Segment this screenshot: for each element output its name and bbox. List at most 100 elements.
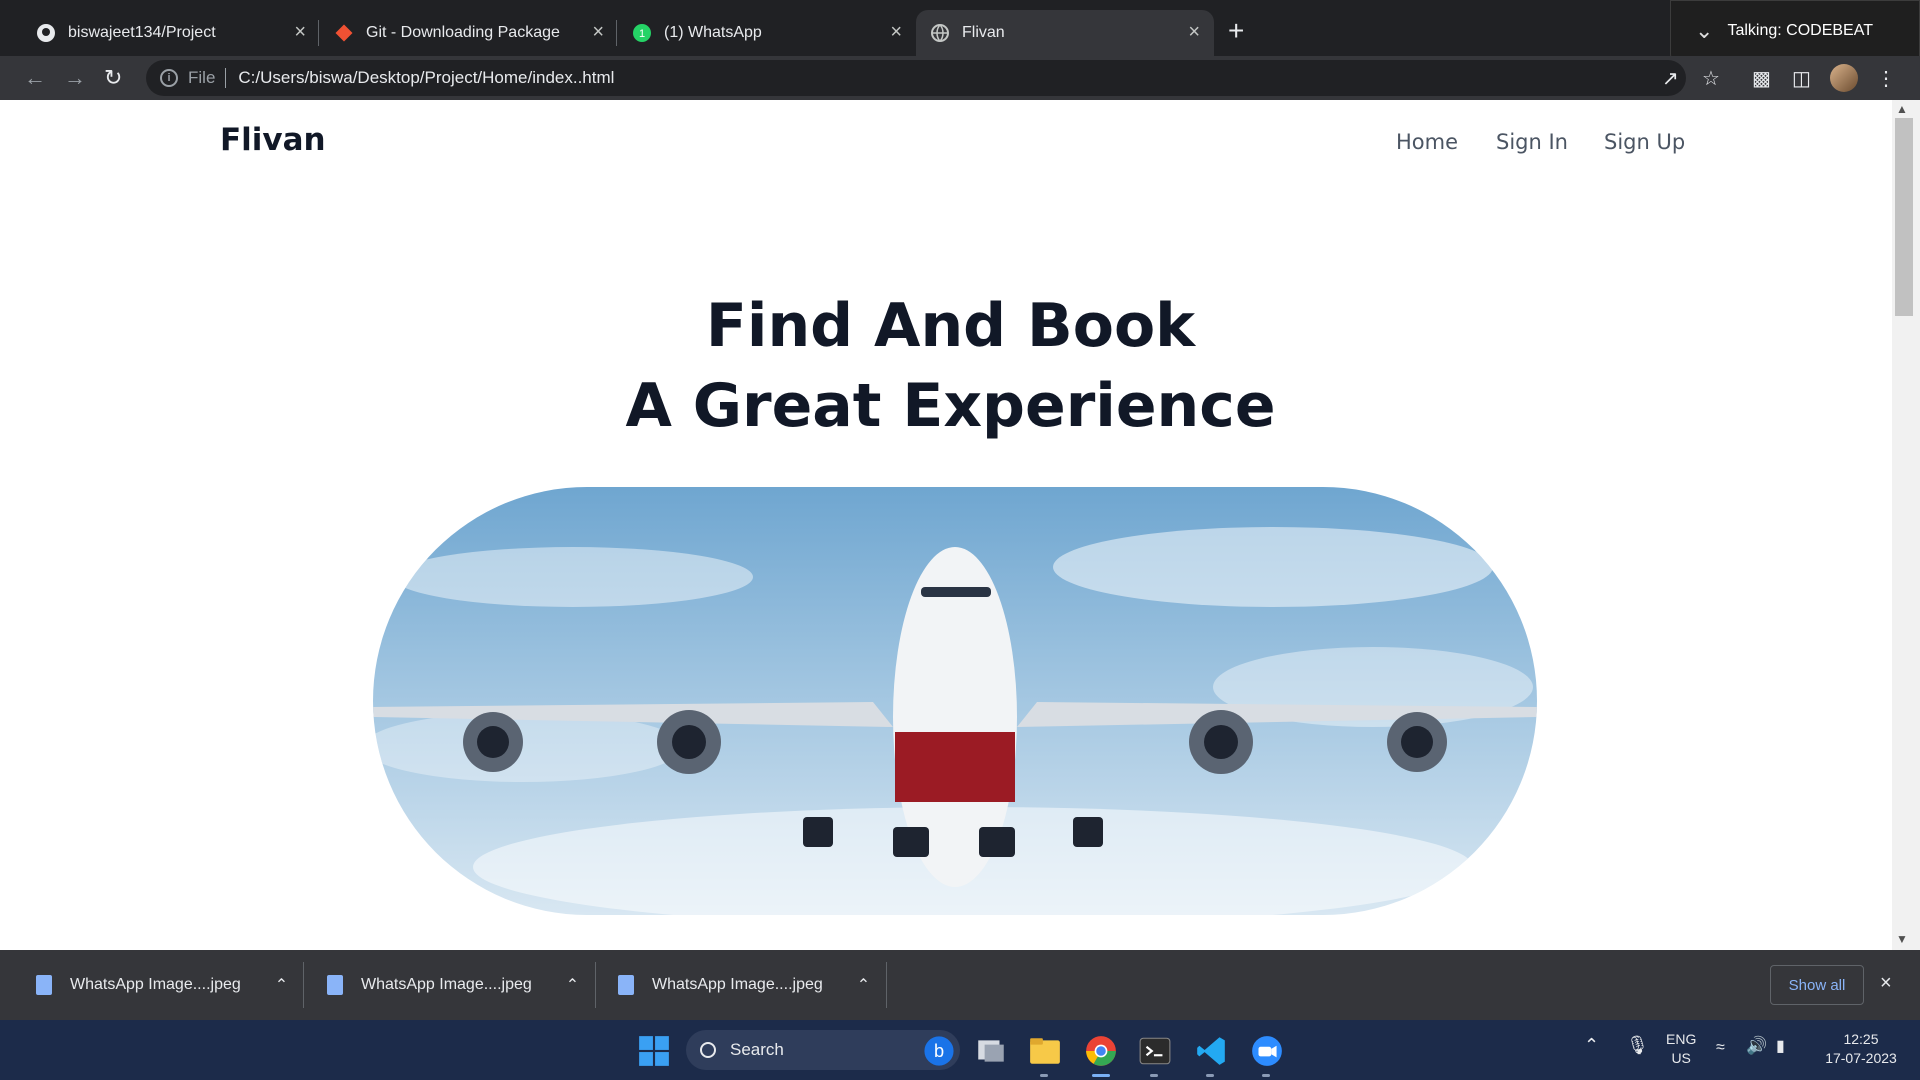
chevron-down-icon: ⌄: [1695, 18, 1714, 43]
address-bar[interactable]: i File C:/Users/biswa/Desktop/Project/Ho…: [146, 60, 1686, 96]
task-view-icon[interactable]: [974, 1034, 1008, 1068]
downloads-bar: WhatsApp Image....jpeg ⌃ WhatsApp Image.…: [0, 950, 1920, 1020]
svg-text:b: b: [934, 1041, 944, 1061]
download-filename: WhatsApp Image....jpeg: [70, 976, 241, 993]
chrome-icon[interactable]: [1084, 1034, 1118, 1068]
new-tab-button[interactable]: +: [1228, 15, 1244, 47]
clock-date: 17-07-2023: [1825, 1050, 1897, 1066]
site-logo[interactable]: Flivan: [220, 122, 326, 158]
tab-separator: [616, 20, 617, 46]
vscode-icon[interactable]: [1194, 1034, 1228, 1068]
close-icon[interactable]: ×: [592, 21, 604, 44]
tab-separator: [318, 20, 319, 46]
svg-text:1: 1: [639, 28, 645, 40]
running-indicator: [1262, 1074, 1270, 1077]
volume-icon[interactable]: 🔊: [1746, 1036, 1767, 1055]
chevron-up-icon[interactable]: ⌃: [857, 975, 870, 995]
menu-icon[interactable]: ⋮: [1876, 66, 1896, 91]
battery-icon[interactable]: ▮: [1776, 1037, 1785, 1056]
image-file-icon: [618, 975, 634, 995]
chevron-up-icon[interactable]: ⌃: [275, 975, 288, 995]
extensions-icon[interactable]: ▩: [1752, 66, 1771, 91]
talking-label: Talking: CODEBEAT: [1727, 22, 1873, 39]
close-icon[interactable]: ×: [294, 21, 306, 44]
hero-airplane-image: [373, 487, 1537, 915]
running-indicator: [1150, 1074, 1158, 1077]
back-icon[interactable]: ←: [24, 65, 46, 91]
tab-github[interactable]: biswajeet134/Project ×: [22, 10, 320, 56]
download-item[interactable]: WhatsApp Image....jpeg ⌃: [36, 950, 288, 1020]
zoom-icon[interactable]: [1250, 1034, 1284, 1068]
language-indicator[interactable]: ENG US: [1666, 1030, 1696, 1068]
browser-chrome: biswajeet134/Project × Git - Downloading…: [0, 0, 1920, 100]
scroll-up-icon[interactable]: ▲: [1896, 102, 1908, 116]
close-icon[interactable]: ×: [1188, 21, 1200, 44]
file-explorer-icon[interactable]: [1028, 1034, 1062, 1068]
microphone-icon[interactable]: 🎙: [1626, 1036, 1649, 1055]
left-edge: [0, 100, 9, 950]
git-icon: [335, 24, 353, 42]
terminal-icon[interactable]: [1138, 1034, 1172, 1068]
share-icon[interactable]: ↗: [1662, 66, 1679, 91]
info-icon[interactable]: i: [160, 69, 178, 87]
address-scheme-label: File: [188, 68, 216, 87]
tab-title: biswajeet134/Project: [68, 24, 216, 41]
chevron-up-icon[interactable]: ⌃: [566, 975, 579, 995]
globe-icon: [931, 24, 949, 42]
search-label: Search: [730, 1040, 784, 1059]
clock-time: 12:25: [1843, 1031, 1879, 1047]
forward-icon[interactable]: →: [64, 65, 86, 91]
hero-title-line1: Find And Book: [705, 291, 1196, 361]
airplane-illustration: [373, 527, 1537, 915]
tab-whatsapp[interactable]: 1 (1) WhatsApp ×: [618, 10, 916, 56]
tab-title: Flivan: [962, 24, 1005, 41]
side-panel-icon[interactable]: ◫: [1792, 66, 1811, 91]
hero-title-line2: A Great Experience: [625, 371, 1276, 441]
image-file-icon: [327, 975, 343, 995]
close-icon[interactable]: ×: [890, 21, 902, 44]
tab-title: (1) WhatsApp: [664, 24, 762, 41]
download-filename: WhatsApp Image....jpeg: [361, 976, 532, 993]
github-icon: [37, 24, 55, 42]
scrollbar-thumb[interactable]: [1895, 118, 1913, 316]
clock[interactable]: 12:25 17-07-2023: [1818, 1030, 1904, 1068]
taskbar: Search b ⌃ 🎙 ENG US ≈ 🔊 ▮ 12:25 17-07-20…: [0, 1020, 1920, 1080]
bing-icon[interactable]: b: [922, 1034, 956, 1068]
bookmark-star-icon[interactable]: ☆: [1702, 66, 1720, 91]
scroll-down-icon[interactable]: ▼: [1896, 932, 1908, 946]
language-code: ENG: [1666, 1031, 1697, 1047]
address-divider: [225, 68, 227, 88]
browser-toolbar: ← → ↻ i File C:/Users/biswa/Desktop/Proj…: [0, 56, 1920, 100]
close-icon[interactable]: ×: [1880, 972, 1892, 995]
tab-strip: biswajeet134/Project × Git - Downloading…: [0, 0, 1920, 62]
running-indicator: [1040, 1074, 1048, 1077]
address-text[interactable]: C:/Users/biswa/Desktop/Project/Home/inde…: [238, 68, 614, 88]
nav-sign-up[interactable]: Sign Up: [1604, 130, 1685, 154]
chevron-up-icon[interactable]: ⌃: [1584, 1036, 1599, 1055]
image-file-icon: [36, 975, 52, 995]
running-indicator: [1206, 1074, 1214, 1077]
avatar[interactable]: [1830, 64, 1858, 92]
download-item[interactable]: WhatsApp Image....jpeg ⌃: [618, 950, 870, 1020]
wifi-icon[interactable]: ≈: [1716, 1038, 1725, 1057]
page-viewport: Flivan Home Sign In Sign Up Find And Boo…: [9, 100, 1892, 950]
region-code: US: [1671, 1050, 1691, 1066]
nav-home[interactable]: Home: [1396, 130, 1458, 154]
tab-git[interactable]: Git - Downloading Package ×: [320, 10, 618, 56]
search-icon: [700, 1042, 716, 1058]
windows-start-icon[interactable]: [637, 1034, 671, 1068]
tab-title: Git - Downloading Package: [366, 24, 560, 41]
whatsapp-icon: 1: [633, 24, 651, 42]
nav-sign-in[interactable]: Sign In: [1496, 130, 1568, 154]
download-separator: [303, 962, 304, 1008]
download-item[interactable]: WhatsApp Image....jpeg ⌃: [327, 950, 579, 1020]
download-filename: WhatsApp Image....jpeg: [652, 976, 823, 993]
download-separator: [886, 962, 887, 1008]
active-app-indicator: [1092, 1074, 1110, 1077]
taskbar-search[interactable]: Search: [686, 1030, 960, 1070]
show-all-button[interactable]: Show all: [1770, 965, 1864, 1005]
talking-indicator[interactable]: ⌄ Talking: CODEBEAT: [1670, 0, 1920, 62]
download-separator: [595, 962, 596, 1008]
tab-flivan[interactable]: Flivan ×: [916, 10, 1214, 56]
reload-icon[interactable]: ↻: [104, 65, 122, 91]
